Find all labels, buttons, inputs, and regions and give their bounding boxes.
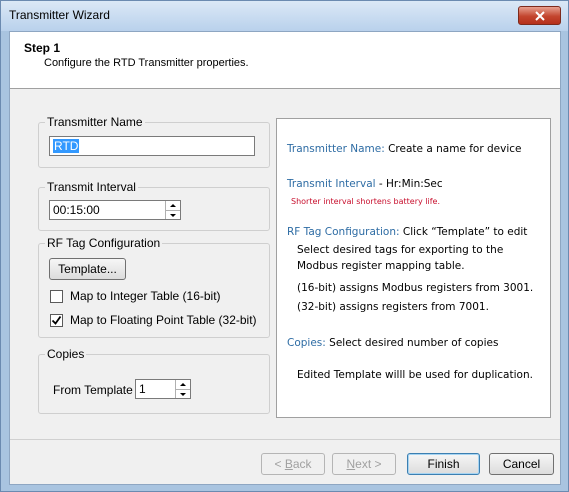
transmitter-name-group: Transmitter Name RTD — [38, 115, 270, 168]
help-rf-text: Click “Template” to edit — [399, 226, 528, 238]
help-interval-note: Shorter interval shortens battery life. — [291, 197, 440, 206]
help-copies-title: Copies: — [287, 337, 326, 349]
help-rf-16bit: (16-bit) assigns Modbus registers from 3… — [297, 282, 534, 294]
help-interval-line: Transmit Interval - Hr:Min:Sec — [287, 178, 443, 190]
back-button[interactable]: < Back — [261, 453, 325, 475]
interval-up-button[interactable] — [166, 201, 180, 210]
next-button[interactable]: Next > — [332, 453, 396, 475]
help-copies-text: Select desired number of copies — [325, 337, 499, 349]
transmitter-name-input[interactable]: RTD — [49, 136, 255, 156]
transmit-interval-value: 00:15:00 — [53, 203, 100, 217]
copies-up-button[interactable] — [176, 380, 190, 389]
help-name-text: Create a name for device — [384, 143, 522, 155]
copies-spinner[interactable] — [175, 380, 190, 398]
back-prefix: < — [274, 457, 285, 471]
step-title: Step 1 — [24, 41, 61, 55]
template-button[interactable]: Template... — [49, 258, 126, 280]
back-accelerator: B — [284, 457, 293, 471]
help-rf-line: RF Tag Configuration: Click “Template” t… — [287, 226, 527, 238]
button-bar: < Back Next > Finish Cancel — [10, 439, 560, 485]
rf-tag-group: RF Tag Configuration Template... Map to … — [38, 236, 270, 338]
interval-down-button[interactable] — [166, 210, 180, 219]
map-integer-checkbox[interactable] — [50, 290, 63, 303]
step-subtitle: Configure the RTD Transmitter properties… — [44, 57, 249, 69]
help-interval-text: - Hr:Min:Sec — [375, 178, 443, 190]
help-rf-32bit: (32-bit) assigns registers from 7001. — [297, 301, 489, 313]
help-copies-note: Edited Template willl be used for duplic… — [297, 369, 533, 381]
help-panel: Transmitter Name: Create a name for devi… — [276, 118, 551, 418]
rf-tag-label: RF Tag Configuration — [45, 236, 163, 250]
wizard-body: Step 1 Configure the RTD Transmitter pro… — [9, 31, 561, 485]
help-name-line: Transmitter Name: Create a name for devi… — [287, 143, 521, 155]
window-title: Transmitter Wizard — [9, 8, 110, 22]
checkmark-icon — [51, 315, 62, 325]
close-icon — [534, 10, 545, 21]
arrow-up-icon — [180, 383, 186, 386]
map-integer-label[interactable]: Map to Integer Table (16-bit) — [70, 289, 221, 303]
copies-input[interactable]: 1 — [135, 379, 191, 399]
transmitter-name-value: RTD — [53, 139, 80, 153]
cancel-button[interactable]: Cancel — [489, 453, 554, 475]
help-rf-title: RF Tag Configuration: — [287, 226, 400, 238]
finish-button[interactable]: Finish — [407, 453, 480, 475]
interval-spinner[interactable] — [165, 201, 180, 219]
close-button[interactable] — [518, 6, 561, 25]
back-label: ack — [292, 457, 312, 471]
copies-down-button[interactable] — [176, 389, 190, 398]
arrow-up-icon — [170, 204, 176, 207]
wizard-window: Transmitter Wizard Step 1 Configure the … — [0, 0, 569, 492]
transmit-interval-label: Transmit Interval — [45, 180, 138, 194]
map-float-checkbox[interactable] — [50, 314, 63, 327]
help-rf-line2: Select desired tags for exporting to the — [297, 244, 504, 256]
map-float-label[interactable]: Map to Floating Point Table (32-bit) — [70, 313, 257, 327]
transmit-interval-group: Transmit Interval 00:15:00 — [38, 180, 270, 231]
copies-label: Copies — [45, 347, 87, 361]
arrow-down-icon — [180, 392, 186, 396]
transmit-interval-input[interactable]: 00:15:00 — [49, 200, 181, 220]
from-template-label: From Template — [53, 383, 133, 397]
help-name-title: Transmitter Name: — [287, 143, 385, 155]
help-interval-title: Transmit Interval — [287, 178, 376, 190]
copies-group: Copies From Template 1 — [38, 347, 270, 414]
next-label: ext > — [355, 457, 382, 471]
help-rf-line3: Modbus register mapping table. — [297, 260, 465, 272]
transmitter-name-label: Transmitter Name — [45, 115, 145, 129]
help-copies-line: Copies: Select desired number of copies — [287, 337, 498, 349]
next-accelerator: N — [346, 457, 356, 471]
arrow-down-icon — [170, 213, 176, 217]
copies-value: 1 — [139, 382, 146, 396]
title-bar[interactable]: Transmitter Wizard — [1, 1, 568, 31]
step-header: Step 1 Configure the RTD Transmitter pro… — [10, 32, 560, 89]
